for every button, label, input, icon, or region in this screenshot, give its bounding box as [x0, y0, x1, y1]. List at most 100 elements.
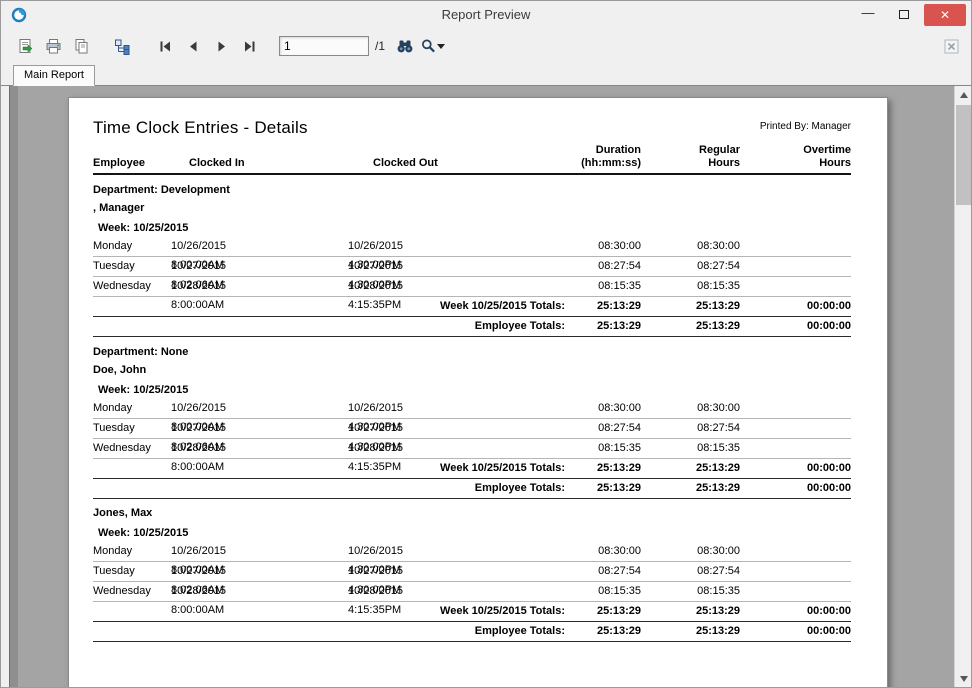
regular-total: 25:13:29 — [641, 622, 740, 641]
date-text: 10/27/2015 — [348, 562, 432, 581]
close-view-icon — [944, 39, 959, 54]
regular-total: 25:13:29 — [641, 317, 740, 336]
overtime-total: 00:00:00 — [740, 459, 851, 478]
col-overtime-hours: Overtime Hours — [740, 144, 851, 170]
zoom-dropdown-caret — [437, 44, 445, 49]
employee-name: Doe, John — [93, 361, 851, 379]
week-header: Week: 10/25/2015 — [93, 379, 851, 399]
regular-total: 25:13:29 — [641, 602, 740, 621]
overtime-total: 00:00:00 — [740, 602, 851, 621]
toggle-group-tree-button[interactable] — [111, 34, 135, 58]
report: Time Clock Entries - Details Printed By:… — [69, 98, 851, 642]
print-button[interactable] — [41, 34, 65, 58]
toolbar: /1 — [1, 29, 971, 63]
print-icon — [45, 38, 62, 55]
date-text: 10/26/2015 — [348, 542, 432, 561]
scroll-up-button[interactable] — [955, 86, 972, 103]
report-title: Time Clock Entries - Details — [93, 118, 308, 137]
date-text: 10/26/2015 — [171, 399, 255, 418]
titlebar: Report Preview — ✕ — [1, 1, 971, 29]
date-text: 10/27/2015 — [171, 257, 255, 276]
date-text: 10/27/2015 — [348, 257, 432, 276]
tab-label: Main Report — [24, 69, 84, 81]
vertical-scrollbar[interactable] — [954, 86, 971, 687]
maximize-button[interactable] — [889, 4, 919, 26]
date-text: 10/26/2015 — [348, 237, 432, 256]
totals-label: Employee Totals: — [93, 479, 565, 498]
date-text: 10/26/2015 — [171, 237, 255, 256]
col-duration: Duration (hh:mm:ss) — [541, 144, 641, 170]
col-employee: Employee — [93, 157, 171, 170]
date-text: 10/28/2015 — [348, 277, 432, 296]
last-page-button[interactable] — [237, 34, 261, 58]
maximize-icon — [899, 10, 909, 19]
close-view-button[interactable] — [939, 34, 963, 58]
duration-total: 25:13:29 — [541, 479, 641, 498]
next-page-button[interactable] — [209, 34, 233, 58]
previous-page-icon — [186, 40, 201, 53]
department-header: Department: None — [93, 343, 851, 361]
col-overtime-line2: Hours — [740, 157, 851, 170]
scrollbar-thumb[interactable] — [956, 105, 971, 205]
date-text: 10/28/2015 — [171, 277, 255, 296]
report-canvas: Time Clock Entries - Details Printed By:… — [9, 86, 954, 687]
regular-total: 25:13:29 — [641, 297, 740, 316]
close-icon: ✕ — [940, 8, 950, 22]
date-text: 10/27/2015 — [171, 562, 255, 581]
week-totals-row: Week 10/25/2015 Totals:25:13:2925:13:290… — [93, 297, 851, 317]
date-text: 10/27/2015 — [171, 419, 255, 438]
report-title-row: Time Clock Entries - Details Printed By:… — [93, 118, 851, 142]
col-duration-line2: (hh:mm:ss) — [541, 157, 641, 170]
find-button[interactable] — [393, 34, 417, 58]
week-header: Week: 10/25/2015 — [93, 522, 851, 542]
col-regular-hours: Regular Hours — [641, 144, 740, 170]
copy-button[interactable] — [69, 34, 93, 58]
export-button[interactable] — [13, 34, 37, 58]
duration-total: 25:13:29 — [541, 622, 641, 641]
tab-main-report[interactable]: Main Report — [13, 65, 95, 86]
report-page: Time Clock Entries - Details Printed By:… — [68, 97, 888, 687]
copy-icon — [73, 38, 90, 55]
minimize-button[interactable]: — — [853, 4, 883, 26]
group-tree-splitter[interactable] — [10, 86, 18, 687]
overtime-total: 00:00:00 — [740, 622, 851, 641]
export-icon — [17, 38, 34, 55]
date-text: 10/28/2015 — [171, 582, 255, 601]
regular-total: 25:13:29 — [641, 479, 740, 498]
overtime-total: 00:00:00 — [740, 479, 851, 498]
employee-totals-row: Employee Totals:25:13:2925:13:2900:00:00 — [93, 622, 851, 642]
last-page-icon — [242, 40, 257, 53]
next-page-icon — [214, 40, 229, 53]
first-page-button[interactable] — [153, 34, 177, 58]
totals-label: Week 10/25/2015 Totals: — [93, 459, 565, 478]
report-row: Wednesday10/28/20158:00:00AM10/28/20154:… — [93, 277, 851, 297]
scroll-down-button[interactable] — [955, 670, 972, 687]
first-page-icon — [158, 40, 173, 53]
date-text: 10/28/2015 — [348, 582, 432, 601]
previous-page-button[interactable] — [181, 34, 205, 58]
totals-label: Employee Totals: — [93, 317, 565, 336]
overtime-total: 00:00:00 — [740, 297, 851, 316]
col-clocked-out: Clocked Out — [348, 157, 541, 170]
totals-label: Employee Totals: — [93, 622, 565, 641]
zoom-button[interactable] — [421, 34, 445, 58]
page-number-input[interactable] — [279, 36, 369, 56]
report-row: Wednesday10/28/20158:00:00AM10/28/20154:… — [93, 439, 851, 459]
report-row: Tuesday10/27/20158:02:06AM10/27/20154:30… — [93, 257, 851, 277]
duration-total: 25:13:29 — [541, 297, 641, 316]
close-button[interactable]: ✕ — [924, 4, 966, 26]
totals-label: Week 10/25/2015 Totals: — [93, 602, 565, 621]
duration-total: 25:13:29 — [541, 602, 641, 621]
col-overtime-line1: Overtime — [740, 144, 851, 157]
date-text: 10/27/2015 — [348, 419, 432, 438]
employee-totals-row: Employee Totals:25:13:2925:13:2900:00:00 — [93, 317, 851, 337]
report-row: Tuesday10/27/20158:02:06AM10/27/20154:30… — [93, 419, 851, 439]
col-regular-line1: Regular — [641, 144, 740, 157]
week-totals-row: Week 10/25/2015 Totals:25:13:2925:13:290… — [93, 459, 851, 479]
col-clocked-in: Clocked In — [171, 157, 348, 170]
date-text: 10/28/2015 — [348, 439, 432, 458]
report-row: Wednesday10/28/20158:00:00AM10/28/20154:… — [93, 582, 851, 602]
minimize-icon: — — [862, 5, 875, 20]
duration-total: 25:13:29 — [541, 459, 641, 478]
report-column-headers: Employee Clocked In Clocked Out Duration… — [93, 144, 851, 175]
